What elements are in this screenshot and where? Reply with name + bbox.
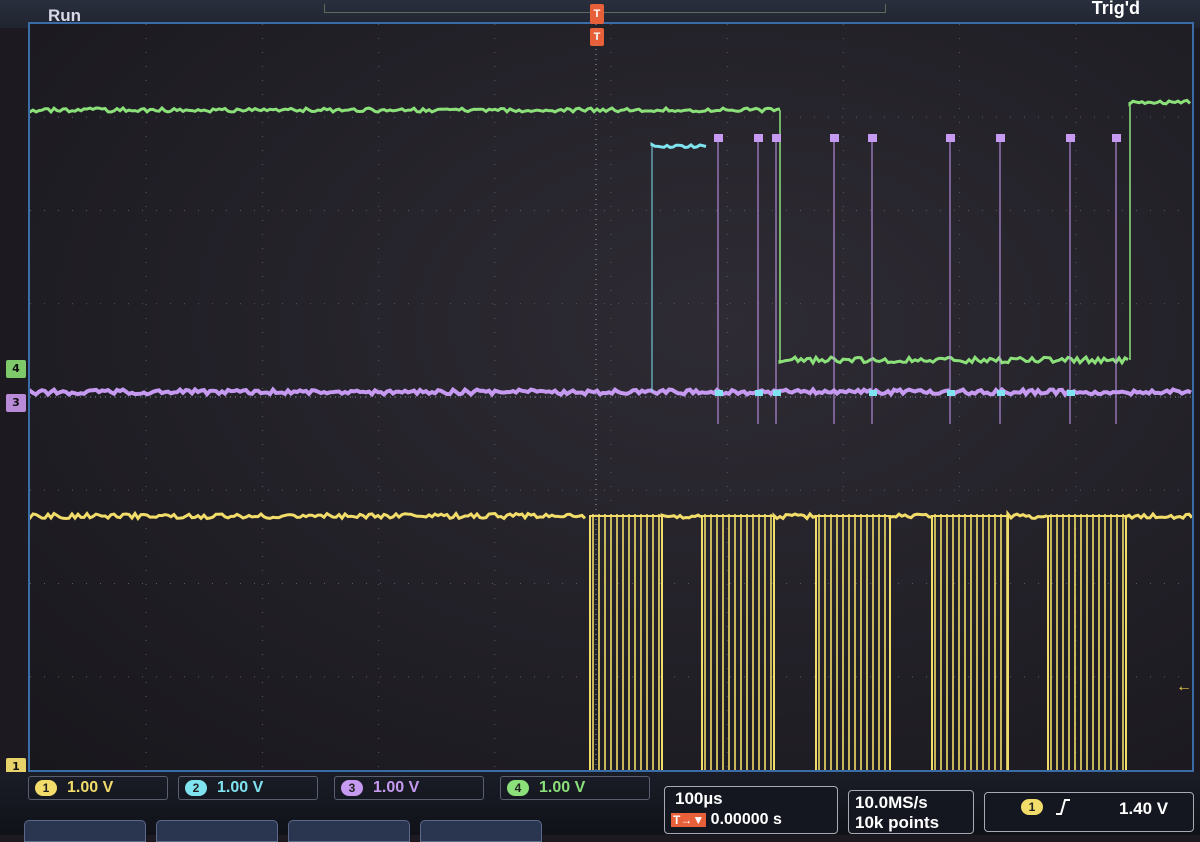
ch4-trace-high [30, 108, 780, 112]
ch2-scale: 1.00 V [217, 779, 263, 797]
ch4-scale-readout[interactable]: 4 1.00 V [500, 776, 650, 800]
ch1-gap [1126, 514, 1192, 518]
ch4-ground-marker[interactable]: 4 [6, 360, 26, 378]
ch3-spike-cap [996, 134, 1005, 142]
ch2-scale-readout[interactable]: 2 1.00 V [178, 776, 318, 800]
ch2-spike-dot [755, 390, 763, 396]
ch2-spike-dot [773, 390, 781, 396]
ch1-burst-frame [702, 516, 774, 770]
ch2-spike-dot [869, 390, 877, 396]
menu-tab-4[interactable] [420, 820, 542, 842]
ch3-spike-cap [772, 134, 781, 142]
ch2-spike-dot [997, 390, 1005, 396]
ch3-trace [30, 390, 1191, 395]
ch2-badge: 2 [185, 780, 207, 796]
ch3-scale: 1.00 V [373, 779, 419, 797]
trigger-source-badge: 1 [1021, 799, 1043, 815]
ch2-spike-dot [715, 390, 723, 396]
sample-rate: 10.0MS/s [855, 793, 928, 813]
ch1-gap [1008, 514, 1047, 518]
ch1-burst-frame [590, 516, 662, 770]
ch1-burst-frame [932, 516, 1008, 770]
ch3-spike-cap [1112, 134, 1121, 142]
ch2-pulse [652, 145, 706, 148]
menu-tab-2[interactable] [156, 820, 278, 842]
horizontal-position: T→▼ 0.00000 s [671, 811, 782, 829]
ch3-badge: 3 [341, 780, 363, 796]
ch1-gap [662, 515, 701, 518]
trigger-level: 1.40 V [1119, 799, 1168, 819]
ch4-badge: 4 [507, 780, 529, 796]
horizontal-position-value: 0.00000 s [711, 811, 782, 828]
record-length: 10k points [855, 813, 939, 833]
ch3-ground-marker[interactable]: 3 [6, 394, 26, 412]
traces [30, 100, 1192, 770]
ch2-spike-dot [1067, 390, 1075, 396]
ch4-trace-low [780, 357, 1128, 363]
ch1-scale: 1.00 V [67, 779, 113, 797]
waveform-plot [30, 24, 1192, 770]
menu-tab-1[interactable] [24, 820, 146, 842]
ch1-gap [774, 514, 816, 519]
horizontal-scale: 100µs [675, 789, 723, 809]
trigger-position-icon: T→▼ [671, 813, 706, 827]
ch3-spike-cap [1066, 134, 1075, 142]
ch1-scale-readout[interactable]: 1 1.00 V [28, 776, 168, 800]
record-view-bar [324, 4, 886, 13]
menu-tab-3[interactable] [288, 820, 410, 842]
trigger-readout[interactable]: 1 1.40 V [984, 792, 1194, 832]
ch2-spike-dot [947, 390, 955, 396]
timebase-readout[interactable]: 100µs T→▼ 0.00000 s [664, 786, 838, 834]
ch4-scale: 1.00 V [539, 779, 585, 797]
ch3-spike-cap [754, 134, 763, 142]
trigger-marker-top-icon: T [590, 4, 604, 24]
ch3-spike-cap [714, 134, 723, 142]
rising-edge-icon [1055, 798, 1071, 816]
ch3-spike-cap [946, 134, 955, 142]
ch3-scale-readout[interactable]: 3 1.00 V [334, 776, 484, 800]
ch3-spike-cap [830, 134, 839, 142]
acquisition-readout[interactable]: 10.0MS/s 10k points [848, 790, 974, 834]
ch1-gap [890, 514, 932, 518]
ch1-idle [30, 514, 585, 519]
trigger-status: Trig'd [1092, 0, 1140, 19]
ch3-spike-cap [868, 134, 877, 142]
ch1-badge: 1 [35, 780, 57, 796]
ch4-trace-high-2 [1130, 100, 1190, 103]
